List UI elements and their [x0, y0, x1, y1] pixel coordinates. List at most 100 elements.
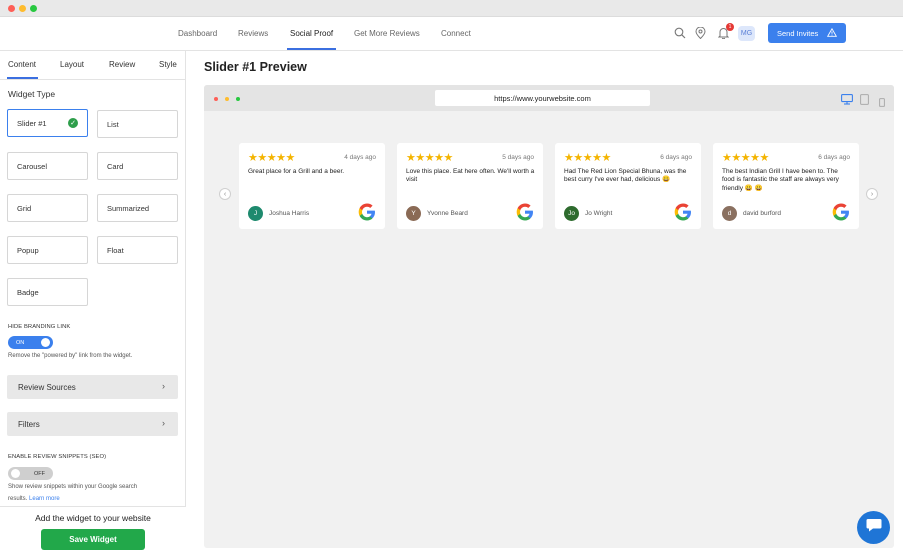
send-invites-button[interactable]: Send Invites	[768, 23, 846, 43]
close-window-dot[interactable]	[8, 5, 15, 12]
chevron-right-icon: ›	[162, 418, 165, 428]
chevron-right-icon: ›	[870, 190, 874, 198]
widget-type-title: Widget Type	[8, 89, 56, 99]
accordion-label: Filters	[18, 419, 40, 429]
browser-dot-green	[236, 97, 240, 101]
reviewer-avatar: d	[722, 206, 737, 221]
nav-connect[interactable]: Connect	[441, 29, 471, 38]
nav-active-indicator	[287, 48, 336, 50]
reviewer-avatar: Y	[406, 206, 421, 221]
review-sources-accordion[interactable]: Review Sources ›	[7, 375, 178, 399]
review-snippets-description: Show review snippets within your Google …	[8, 484, 138, 490]
browser-dot-red	[214, 97, 218, 101]
widget-type-label: Carousel	[17, 161, 48, 171]
reviewer-name: Yvonne Beard	[427, 210, 468, 217]
tablet-icon[interactable]	[860, 92, 869, 110]
star-rating: ★★★★★	[248, 152, 295, 164]
browser-dot-yellow	[225, 97, 229, 101]
description-text: results.	[8, 496, 28, 502]
widget-type-label: Popup	[17, 245, 39, 255]
widget-type-grid[interactable]: Grid	[7, 194, 88, 222]
nav-social-proof[interactable]: Social Proof	[290, 29, 333, 38]
search-icon[interactable]	[673, 26, 687, 40]
google-logo-icon	[832, 203, 850, 221]
slider-next-button[interactable]: ›	[866, 188, 878, 200]
star-rating: ★★★★★	[722, 152, 769, 164]
review-date: 5 days ago	[502, 154, 534, 161]
slider-prev-button[interactable]: ‹	[219, 188, 231, 200]
chat-bubble-icon	[866, 518, 882, 537]
reviewer-name: Joshua Harris	[269, 210, 310, 217]
tab-content[interactable]: Content	[8, 60, 36, 69]
save-widget-button[interactable]: Save Widget	[41, 529, 145, 550]
star-rating: ★★★★★	[406, 152, 453, 164]
reviewer-avatar: Jo	[564, 206, 579, 221]
browser-preview-frame: https://www.yourwebsite.com ‹ › ★★★★★ 4 …	[204, 85, 894, 548]
toggle-label: OFF	[34, 470, 45, 477]
widget-type-float[interactable]: Float	[97, 236, 178, 264]
maximize-window-dot[interactable]	[30, 5, 37, 12]
widget-type-slider-1[interactable]: Slider #1 ✓	[7, 109, 88, 137]
widget-type-popup[interactable]: Popup	[7, 236, 88, 264]
mobile-icon[interactable]	[879, 94, 885, 112]
widget-type-label: Badge	[17, 287, 39, 297]
widget-type-card[interactable]: Card	[97, 152, 178, 180]
review-text: Love this place. Eat here often. We'll w…	[406, 168, 535, 184]
review-date: 6 days ago	[818, 154, 850, 161]
sidebar-footer: Add the widget to your website Save Widg…	[0, 506, 186, 552]
filters-accordion[interactable]: Filters ›	[7, 412, 178, 436]
minimize-window-dot[interactable]	[19, 5, 26, 12]
review-date: 6 days ago	[660, 154, 692, 161]
learn-more-link[interactable]: Learn more	[29, 496, 60, 502]
toggle-knob	[41, 338, 50, 347]
checkmark-icon: ✓	[68, 118, 78, 128]
widget-type-label: Float	[107, 245, 124, 255]
review-snippets-title: ENABLE REVIEW SNIPPETS (SEO)	[8, 454, 107, 460]
widget-type-label: Slider #1	[17, 118, 47, 128]
nav-reviews[interactable]: Reviews	[238, 29, 268, 38]
review-text: Great place for a Grill and a beer.	[248, 168, 345, 175]
tab-active-indicator	[7, 77, 38, 79]
tab-review[interactable]: Review	[109, 60, 135, 69]
page-title: Slider #1 Preview	[204, 60, 307, 74]
tabs-divider	[0, 79, 186, 80]
url-bar: https://www.yourwebsite.com	[435, 90, 650, 106]
review-text: The best Indian Grill I have been to. Th…	[722, 168, 839, 192]
nav-dashboard[interactable]: Dashboard	[178, 29, 217, 38]
toggle-knob	[11, 469, 20, 478]
review-card: ★★★★★ 5 days ago Love this place. Eat he…	[397, 143, 543, 229]
widget-type-badge[interactable]: Badge	[7, 278, 88, 306]
window-titlebar	[0, 0, 903, 17]
preview-area: Slider #1 Preview https://www.yourwebsit…	[187, 51, 903, 552]
review-snippets-description-2: results. Learn more	[8, 494, 60, 505]
google-logo-icon	[516, 203, 534, 221]
review-snippets-toggle[interactable]: OFF	[8, 467, 53, 480]
nav-get-more-reviews[interactable]: Get More Reviews	[354, 29, 420, 38]
browser-toolbar: https://www.yourwebsite.com	[204, 85, 894, 111]
warning-icon	[827, 27, 838, 39]
review-text: Had The Red Lion Special Bhuna, was the …	[564, 168, 687, 184]
accordion-label: Review Sources	[18, 382, 76, 392]
tab-layout[interactable]: Layout	[60, 60, 84, 69]
send-invites-label: Send Invites	[777, 28, 819, 38]
widget-type-label: Card	[107, 161, 124, 171]
widget-type-carousel[interactable]: Carousel	[7, 152, 88, 180]
desktop-icon[interactable]	[841, 92, 853, 110]
notification-badge: 1	[726, 23, 734, 31]
tab-style[interactable]: Style	[159, 60, 177, 69]
google-logo-icon	[674, 203, 692, 221]
toggle-label: ON	[16, 339, 25, 346]
hide-branding-toggle[interactable]: ON	[8, 336, 53, 349]
reviewer-name: Jo Wright	[585, 210, 613, 217]
widget-type-list[interactable]: List	[97, 110, 178, 138]
review-card: ★★★★★ 6 days ago Had The Red Lion Specia…	[555, 143, 701, 229]
widget-type-summarized[interactable]: Summarized	[97, 194, 178, 222]
reviewer-name: david burford	[743, 210, 781, 217]
widget-type-label: Summarized	[107, 203, 150, 213]
star-rating: ★★★★★	[564, 152, 611, 164]
chat-launcher-button[interactable]	[857, 511, 890, 544]
reviewer-avatar: J	[248, 206, 263, 221]
location-pin-icon[interactable]	[693, 26, 707, 40]
user-avatar[interactable]: MG	[738, 26, 755, 41]
widget-settings-sidebar: Content Layout Review Style Widget Type …	[0, 51, 186, 552]
